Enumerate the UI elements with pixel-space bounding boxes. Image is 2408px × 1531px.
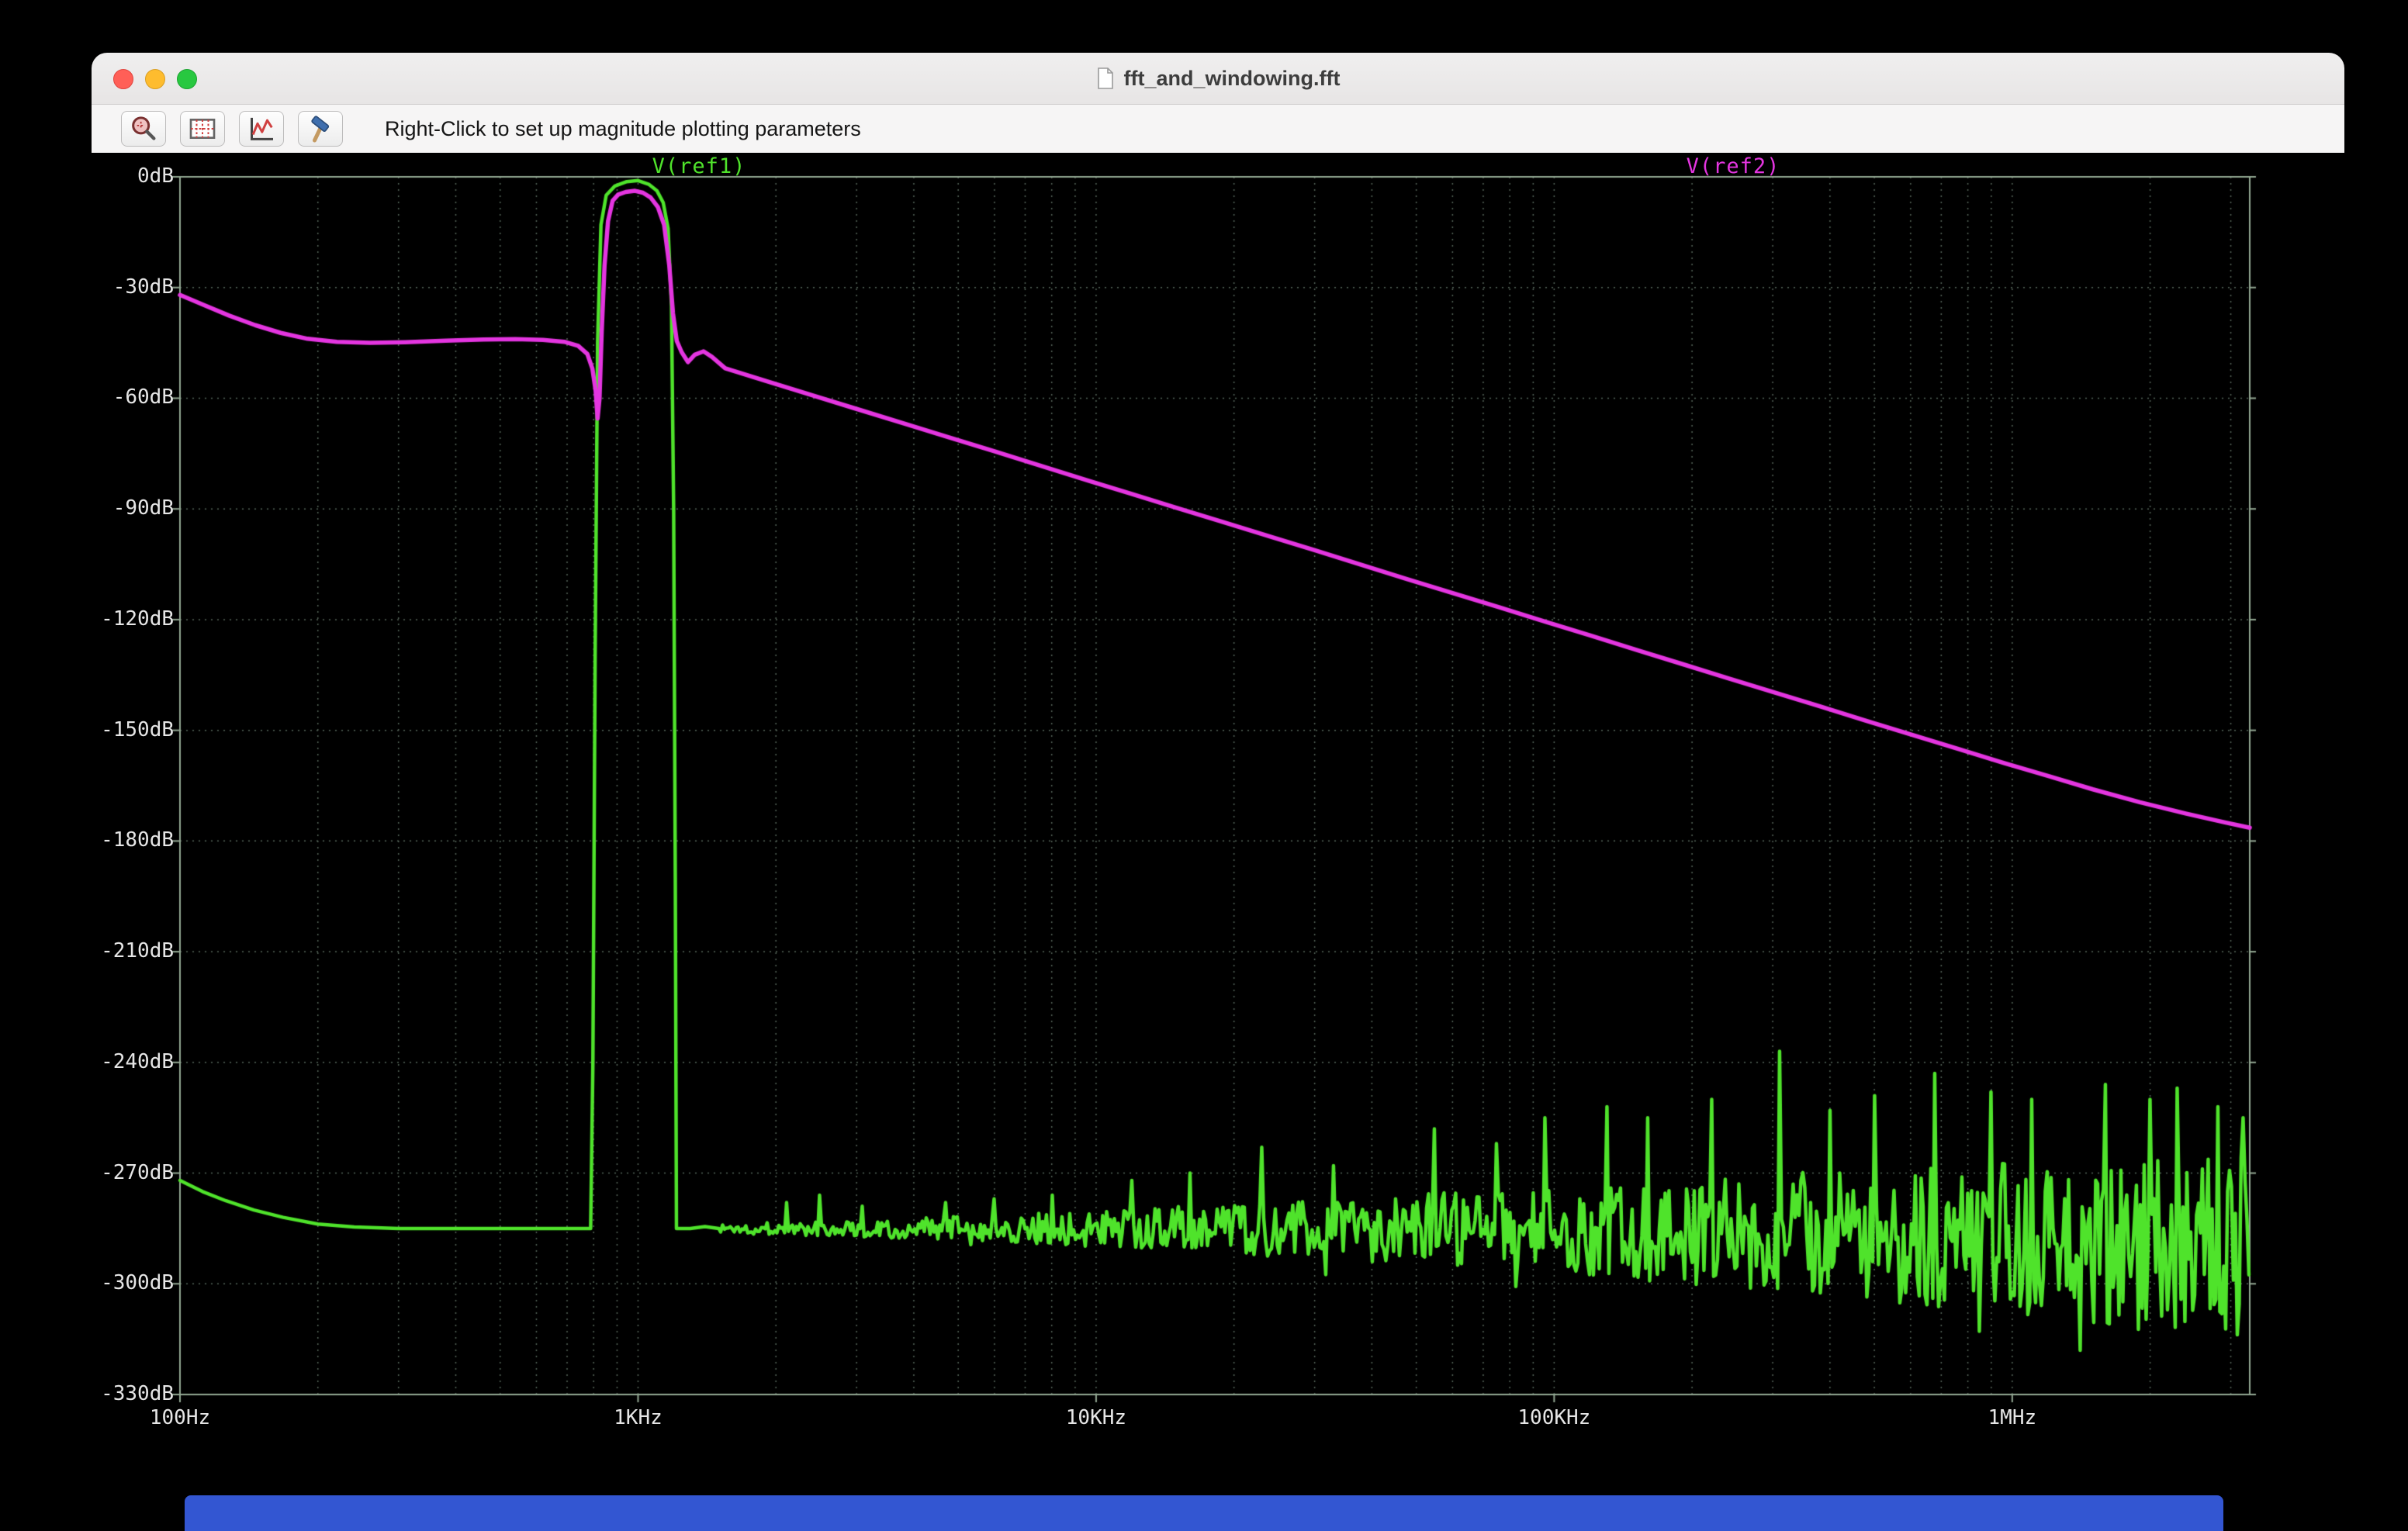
document-icon xyxy=(1096,67,1115,89)
window-title-group: fft_and_windowing.fft xyxy=(1096,67,1341,91)
traffic-minimize-button[interactable] xyxy=(145,69,165,89)
x-tick-label: 1MHz xyxy=(1950,1406,2074,1429)
traffic-close-button[interactable] xyxy=(113,69,133,89)
x-tick-label: 100KHz xyxy=(1492,1406,1616,1429)
hammer-icon xyxy=(305,113,336,144)
plot-settings-button[interactable] xyxy=(180,111,225,147)
trace-label-vref1[interactable]: V(ref1) xyxy=(652,154,746,178)
app-window: fft_and_windowing.fft xyxy=(92,53,2344,1483)
y-tick-label: -240dB xyxy=(92,1050,174,1073)
y-tick-label: -90dB xyxy=(92,496,174,520)
trace-label-vref2[interactable]: V(ref2) xyxy=(1687,154,1780,178)
control-panel-button[interactable] xyxy=(298,111,343,147)
zoom-button[interactable] xyxy=(121,111,166,147)
x-tick-label: 10KHz xyxy=(1034,1406,1158,1429)
y-tick-label: -180dB xyxy=(92,828,174,852)
y-tick-label: -120dB xyxy=(92,607,174,631)
x-tick-label: 100Hz xyxy=(118,1406,242,1429)
traffic-lights xyxy=(113,69,197,89)
y-tick-label: -330dB xyxy=(92,1382,174,1405)
y-tick-label: -30dB xyxy=(92,275,174,299)
autorange-button[interactable] xyxy=(239,111,284,147)
plot-canvas[interactable] xyxy=(92,153,2344,1483)
toolbar: Right-Click to set up magnitude plotting… xyxy=(92,105,2344,154)
y-tick-label: -60dB xyxy=(92,385,174,409)
window-title: fft_and_windowing.fft xyxy=(1124,67,1341,91)
status-text: Right-Click to set up magnitude plotting… xyxy=(385,117,861,141)
magnifier-icon xyxy=(128,113,159,144)
traffic-zoom-button[interactable] xyxy=(177,69,197,89)
titlebar[interactable]: fft_and_windowing.fft xyxy=(92,53,2344,105)
y-tick-label: -300dB xyxy=(92,1271,174,1294)
y-tick-label: -270dB xyxy=(92,1161,174,1184)
desktop-accent-strip xyxy=(185,1495,2223,1531)
autorange-icon xyxy=(246,113,277,144)
x-tick-label: 1KHz xyxy=(576,1406,700,1429)
plot-region: V(ref1) V(ref2) 0dB -30dB -60dB -90dB -120dB… xyxy=(92,153,2344,1483)
y-tick-label: -210dB xyxy=(92,939,174,962)
y-tick-label: -150dB xyxy=(92,718,174,741)
plot-pane-icon xyxy=(187,113,218,144)
y-tick-label: 0dB xyxy=(92,164,174,188)
